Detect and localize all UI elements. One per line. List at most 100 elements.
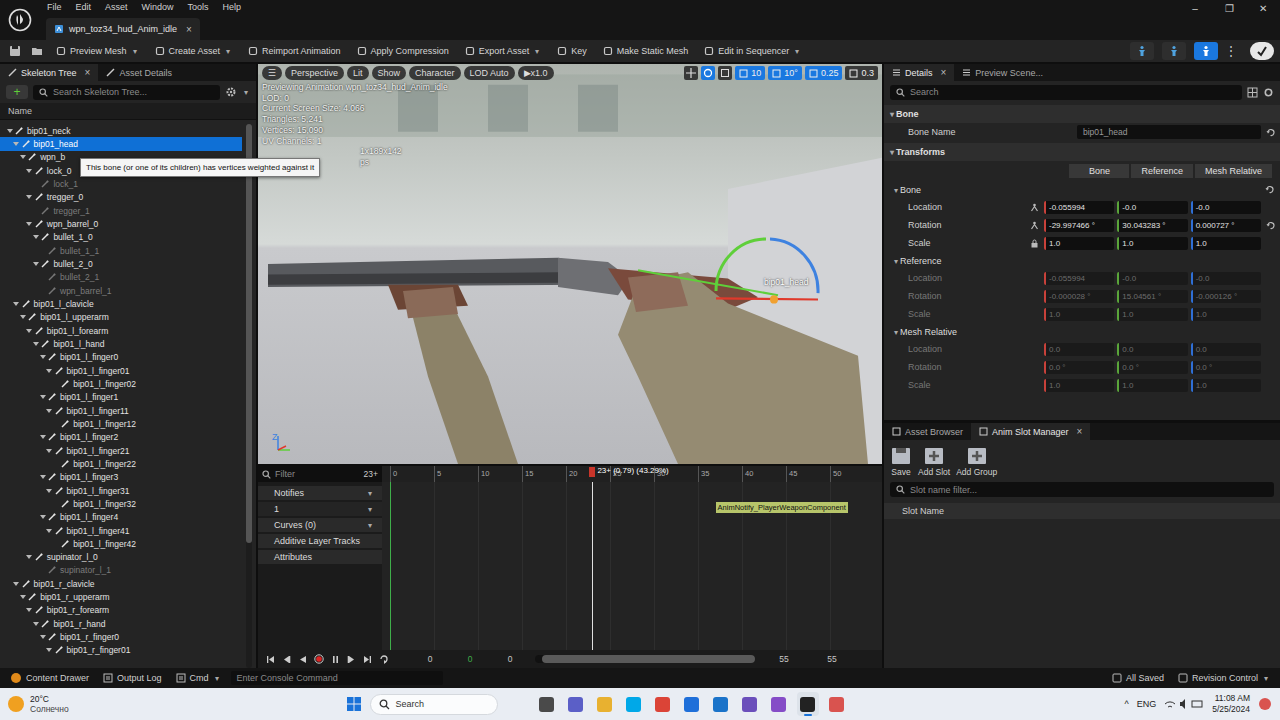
- toolbar-button[interactable]: Edit in Sequencer ▾: [698, 44, 807, 58]
- toolbar-button[interactable]: Reimport Animation: [242, 44, 347, 58]
- menu-item[interactable]: Asset: [98, 2, 135, 12]
- track-filter[interactable]: Filter 23+: [258, 466, 382, 482]
- bone-row[interactable]: bip01_l_finger4: [0, 511, 242, 524]
- taskbar-app[interactable]: [826, 692, 848, 716]
- expand-arrow-icon[interactable]: [26, 329, 32, 333]
- bone-row[interactable]: bip01_l_finger41: [0, 524, 242, 537]
- expand-arrow-icon[interactable]: [13, 302, 19, 306]
- track-row[interactable]: 1 ▾: [258, 502, 382, 516]
- expand-arrow-icon[interactable]: [20, 315, 26, 319]
- bone-row[interactable]: bip01_l_finger02: [0, 377, 242, 390]
- transform-space-button[interactable]: Bone: [1069, 164, 1129, 178]
- taskbar-app[interactable]: [594, 692, 616, 716]
- taskbar-app[interactable]: [623, 692, 645, 716]
- bone-row[interactable]: bip01_l_finger42: [0, 537, 242, 550]
- unreal-logo-icon[interactable]: [0, 0, 40, 40]
- browse-icon[interactable]: [31, 45, 43, 57]
- expand-arrow-icon[interactable]: [46, 529, 52, 533]
- slot-toolbar-button[interactable]: Save: [890, 446, 912, 477]
- transform-group-header[interactable]: ▾Bone: [884, 181, 1280, 198]
- viewport-option-button[interactable]: Lit: [347, 66, 369, 80]
- bone-row[interactable]: bip01_l_finger11: [0, 404, 242, 417]
- toolbar-button[interactable]: Create Asset ▾: [149, 44, 239, 58]
- bone-row[interactable]: wpn_barrel_0: [0, 217, 242, 230]
- snap-setting-button[interactable]: 10°: [768, 66, 802, 80]
- play-reverse-icon[interactable]: [298, 655, 307, 664]
- track-row[interactable]: Notifies ▾: [258, 486, 382, 500]
- expand-arrow-icon[interactable]: [26, 608, 32, 612]
- close-tab-button[interactable]: ×: [85, 67, 91, 78]
- section-header[interactable]: ▾Bone: [884, 105, 1280, 123]
- expand-arrow-icon[interactable]: [46, 648, 52, 652]
- snap-setting-button[interactable]: 10: [735, 66, 765, 80]
- expand-arrow-icon[interactable]: [26, 222, 32, 226]
- editor-mode-button[interactable]: [1130, 42, 1154, 60]
- toolbar-button[interactable]: Apply Compression: [351, 44, 455, 58]
- panel-tab[interactable]: Skeleton Tree ×: [0, 64, 98, 81]
- panel-tab[interactable]: Asset Browser: [884, 423, 971, 440]
- status-bar-button[interactable]: Output Log: [99, 673, 166, 683]
- taskbar-app[interactable]: [681, 692, 703, 716]
- close-tab-button[interactable]: ×: [186, 24, 192, 35]
- window-control-button[interactable]: ❐: [1212, 0, 1246, 16]
- bone-row[interactable]: bullet_2_1: [0, 271, 242, 284]
- toolbar-button[interactable]: Preview Mesh ▾: [50, 44, 145, 58]
- clock[interactable]: 11:08 AM 5/25/2024: [1212, 693, 1250, 715]
- bone-row[interactable]: bip01_l_finger32: [0, 497, 242, 510]
- bone-row[interactable]: bip01_r_hand: [0, 617, 242, 630]
- taskbar-search[interactable]: Search: [370, 694, 498, 715]
- console-input[interactable]: Enter Console Command: [231, 671, 443, 685]
- numeric-field[interactable]: -0.0: [1191, 201, 1261, 214]
- snap-setting-button[interactable]: 0.25: [805, 66, 843, 80]
- translate-icon[interactable]: [684, 66, 698, 80]
- snap-setting-button[interactable]: 0.3: [845, 66, 878, 80]
- window-control-button[interactable]: ✕: [1246, 0, 1280, 16]
- expand-arrow-icon[interactable]: [46, 489, 52, 493]
- status-bar-button[interactable]: Content Drawer: [6, 672, 93, 684]
- bone-row[interactable]: bip01_l_finger31: [0, 484, 242, 497]
- expand-arrow-icon[interactable]: [26, 169, 32, 173]
- bone-row[interactable]: bip01_l_finger12: [0, 417, 242, 430]
- taskbar-app[interactable]: [710, 692, 732, 716]
- tray-chevron[interactable]: ^: [1124, 699, 1128, 709]
- lock-icon[interactable]: [1030, 239, 1039, 248]
- track-row[interactable]: Attributes: [258, 550, 382, 564]
- reset-icon[interactable]: [1265, 185, 1274, 194]
- bone-row[interactable]: supinator_l_0: [0, 551, 242, 564]
- more-button[interactable]: ⋮: [1222, 44, 1240, 58]
- weather-widget[interactable]: 20°C Солнечно: [8, 694, 69, 714]
- scale-icon[interactable]: [718, 66, 732, 80]
- viewport-menu-button[interactable]: ☰: [262, 66, 282, 80]
- slot-toolbar-button[interactable]: Add Slot: [918, 446, 950, 477]
- frame-field[interactable]: 55: [813, 654, 851, 664]
- document-tab[interactable]: wpn_toz34_hud_Anim_idle ×: [46, 18, 200, 40]
- expand-arrow-icon[interactable]: [40, 395, 46, 399]
- numeric-field[interactable]: -29.997466 °: [1044, 219, 1114, 232]
- reset-icon[interactable]: [1266, 221, 1275, 230]
- settings-button[interactable]: [1250, 42, 1274, 60]
- expand-arrow-icon[interactable]: [13, 142, 19, 146]
- skip-end-icon[interactable]: [363, 655, 372, 664]
- bone-row[interactable]: bip01_r_upperarm: [0, 590, 242, 603]
- window-control-button[interactable]: –: [1178, 0, 1212, 16]
- transform-space-icon[interactable]: [1030, 203, 1039, 212]
- playhead-label[interactable]: 23+ (0.79) (43.29%): [589, 466, 668, 475]
- time-ruler[interactable]: 05101520253035404550 23+ (0.79) (43.29%): [382, 466, 882, 482]
- bone-row[interactable]: bip01_l_forearm: [0, 324, 242, 337]
- step-back-icon[interactable]: [282, 655, 291, 664]
- expand-arrow-icon[interactable]: [46, 409, 52, 413]
- reset-icon[interactable]: [1266, 128, 1275, 137]
- expand-arrow-icon[interactable]: [40, 515, 46, 519]
- viewport[interactable]: ☰ PerspectiveLitShowCharacterLOD Auto▶x1…: [258, 64, 882, 464]
- bone-row[interactable]: bip01_l_upperarm: [0, 311, 242, 324]
- numeric-field[interactable]: -0.055994: [1044, 201, 1114, 214]
- bone-row[interactable]: bip01_r_finger01: [0, 644, 242, 657]
- expand-arrow-icon[interactable]: [40, 435, 46, 439]
- editor-mode-button[interactable]: [1162, 42, 1186, 60]
- bone-row[interactable]: bip01_l_finger3: [0, 471, 242, 484]
- bone-row[interactable]: bip01_l_clavicle: [0, 297, 242, 310]
- toolbar-button[interactable]: Key: [551, 44, 593, 58]
- expand-arrow-icon[interactable]: [7, 129, 13, 133]
- search-field[interactable]: Search Skeleton Tree...: [33, 85, 220, 100]
- tree-scrollbar[interactable]: [246, 124, 252, 668]
